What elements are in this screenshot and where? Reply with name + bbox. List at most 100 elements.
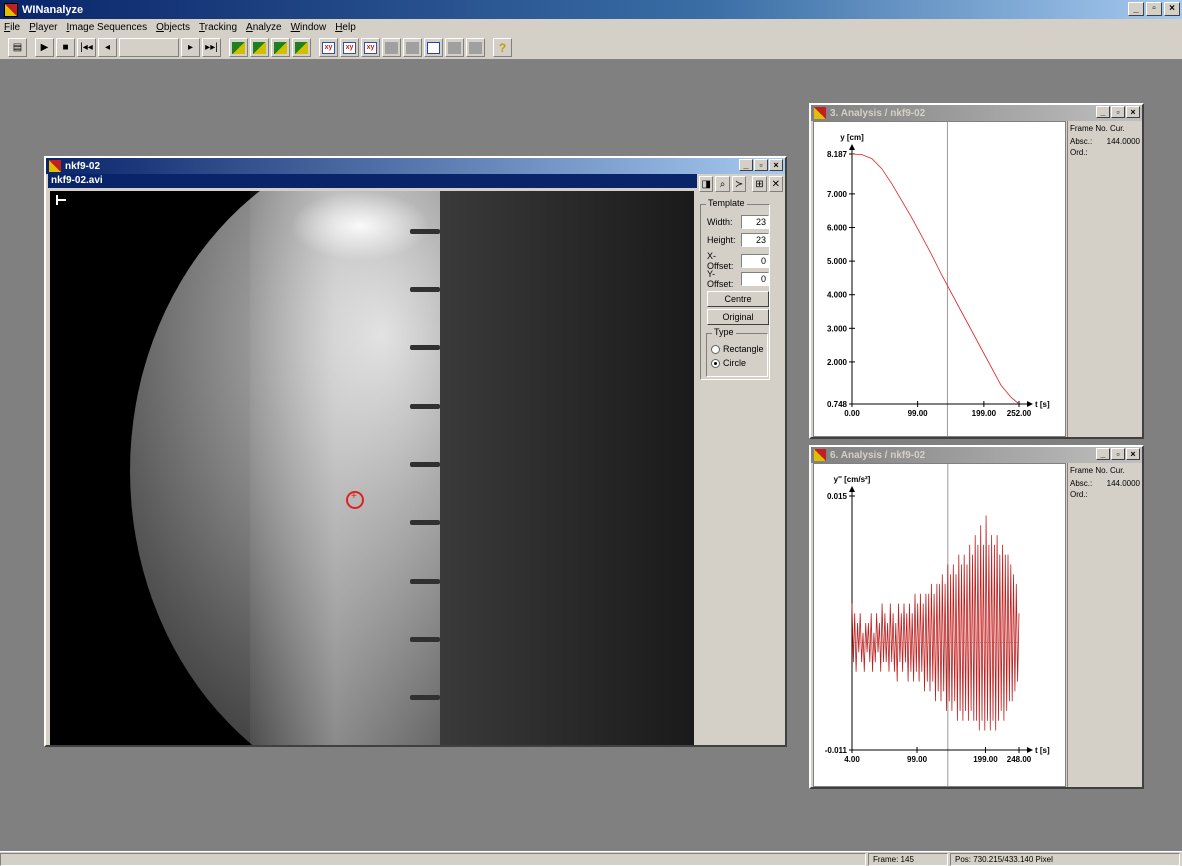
menu-window[interactable]: Window [291,22,327,33]
y-tick-label: -0.011 [825,746,848,755]
x-tick-label: 248.00 [1007,755,1032,764]
app-logo-icon [4,2,18,17]
video-window-titlebar[interactable]: nkf9-02 _ ▫ × [46,158,785,174]
analysis-1-title: 3. Analysis / nkf9-02 [830,107,926,119]
analysis-2-minimize-button[interactable]: _ [1096,448,1110,460]
analysis-2-plot[interactable]: 0.015 -0.011 4.00 99.00 199.00 248.00 y'' [cm/… [813,463,1066,787]
centre-button[interactable]: Centre [707,291,769,307]
last-frame-button[interactable]: ▸▸| [202,38,221,57]
analysis-2-restore-button[interactable]: ▫ [1111,448,1125,460]
width-input[interactable]: 23 [741,215,769,229]
video-close-button[interactable]: × [769,159,783,171]
zoom-icon: ⌕ [719,178,726,190]
axy-chart-button[interactable]: xy [361,38,380,57]
tracking-marker[interactable] [346,491,364,509]
x-tick-label: 252.00 [1007,409,1032,418]
grid-tool-button[interactable]: ⊞ [752,176,767,192]
rectangle-label: Rectangle [723,344,764,354]
xoffset-label: X-Offset: [707,251,734,271]
yoffset-label: Y-Offset: [707,269,734,289]
rectangle-radio[interactable] [711,344,720,354]
window-logo-icon [814,107,826,119]
last-frame-icon: ▸▸| [205,42,218,53]
analysis-2-title: 6. Analysis / nkf9-02 [830,449,926,461]
help-button[interactable]: ? [493,38,512,57]
y-tick-label: 3.000 [827,324,848,333]
toolbar: ▤ ▶ ■ |◂◂ ◂ ▸ ▸▸| xy xy xy ? [0,36,1182,60]
analysis-2-titlebar[interactable]: 6. Analysis / nkf9-02 _ ▫ × [811,447,1142,463]
menu-objects[interactable]: Objects [156,22,190,33]
track-icon [232,41,245,54]
menu-image-sequences[interactable]: Image Sequences [66,22,147,33]
graph-disabled-1-button[interactable] [445,38,464,57]
menu-help[interactable]: Help [335,22,356,33]
status-frame: Frame: 145 [868,853,948,866]
type-group-label: Type [712,327,736,337]
menu-tracking[interactable]: Tracking [199,22,237,33]
yoffset-input[interactable]: 0 [741,272,769,286]
scale-mark [410,404,440,409]
graph-disabled-2-button[interactable] [466,38,485,57]
video-window[interactable]: nkf9-02 _ ▫ × nkf9-02.avi ◨ ⌕ ≻ ⊞ ✕ [44,156,787,747]
grid-icon: ⊞ [755,178,764,190]
original-button[interactable]: Original [707,309,769,325]
track-all-button[interactable] [250,38,269,57]
ord-label: Ord.: [1070,490,1088,499]
xoffset-input[interactable]: 0 [741,254,769,268]
track-backward-button[interactable] [292,38,311,57]
track-forward-button[interactable] [271,38,290,57]
menu-file[interactable]: File [4,22,20,33]
analysis-1-close-button[interactable]: × [1126,106,1140,118]
x-tick-label: 99.00 [908,409,929,418]
graph-disabled-icon [469,41,482,54]
play-button[interactable]: ▶ [35,38,54,57]
chart-disabled-2-button[interactable] [403,38,422,57]
analysis-1-plot[interactable]: 8.187 7.000 6.000 5.000 4.000 3.000 2.000 0.748… [813,121,1066,437]
video-frame[interactable] [50,191,694,745]
app-close-button[interactable]: × [1164,2,1180,16]
menu-player[interactable]: Player [29,22,57,33]
arrow-tool-button[interactable]: ≻ [731,176,747,192]
frame-slider[interactable] [119,38,179,57]
graph-disabled-icon [448,41,461,54]
zoom-tool-button[interactable]: ⌕ [715,176,730,192]
chart-disabled-1-button[interactable] [382,38,401,57]
analysis-window-1[interactable]: 3. Analysis / nkf9-02 _ ▫ × 8.187 7.000 6.… [809,103,1144,439]
y-axis-label: y [cm] [840,133,864,142]
step-forward-button[interactable]: ▸ [181,38,200,57]
x-tick-label: 199.00 [972,409,997,418]
type-group: Type Rectangle Circle [706,327,768,377]
analysis-1-restore-button[interactable]: ▫ [1111,106,1125,118]
open-sequence-button[interactable]: ▤ [8,38,27,57]
track-object-button[interactable] [229,38,248,57]
first-frame-button[interactable]: |◂◂ [77,38,96,57]
scale-mark [410,695,440,700]
app-restore-button[interactable]: ▫ [1146,2,1162,16]
analysis-1-minimize-button[interactable]: _ [1096,106,1110,118]
panel-close-button[interactable]: ✕ [768,176,784,192]
vxy-chart-button[interactable]: xy [340,38,359,57]
height-input[interactable]: 23 [741,233,769,247]
video-restore-button[interactable]: ▫ [754,159,768,171]
app-minimize-button[interactable]: _ [1128,2,1144,16]
template-tool-1-button[interactable]: ◨ [699,176,714,192]
circle-radio[interactable] [711,358,720,368]
window-logo-icon [814,449,826,461]
y-axis-arrow [849,486,855,492]
status-main [0,853,866,866]
menu-analyze[interactable]: Analyze [246,22,282,33]
stop-button[interactable]: ■ [56,38,75,57]
step-back-button[interactable]: ◂ [98,38,117,57]
graph-window-button[interactable] [424,38,443,57]
xy-chart-button[interactable]: xy [319,38,338,57]
analysis-window-2[interactable]: 6. Analysis / nkf9-02 _ ▫ × 0.015 -0.011 4… [809,445,1144,789]
arrow-icon: ≻ [734,178,744,190]
analysis-1-titlebar[interactable]: 3. Analysis / nkf9-02 _ ▫ × [811,105,1142,121]
analysis-2-close-button[interactable]: × [1126,448,1140,460]
xy-chart-icon: xy [322,41,335,54]
template-group-label: Template [706,198,747,208]
scale-mark [410,462,440,467]
analysis-2-info: Frame No. Cur. Absc.: 144.0000 Ord.: [1067,463,1142,787]
x-tick-label: 4.00 [844,755,860,764]
video-minimize-button[interactable]: _ [739,159,753,171]
